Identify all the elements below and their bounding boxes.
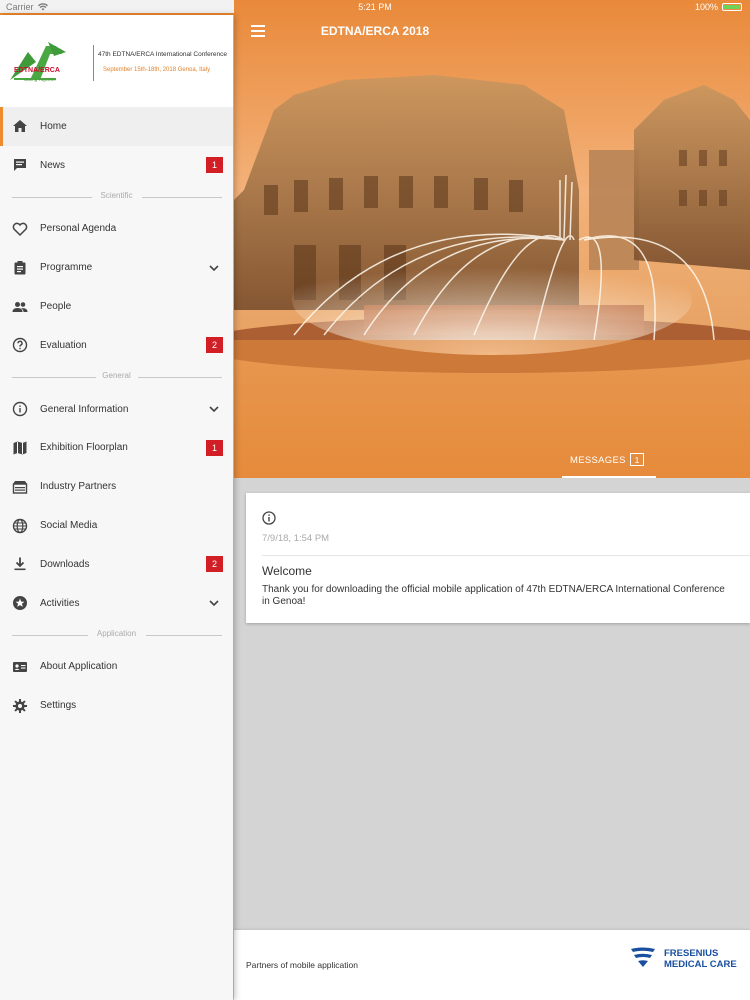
nav-label-programme: Programme [40,262,93,274]
nav-list: Home News 1 Scientific Personal Agenda P… [0,107,233,725]
section-general-label: General [0,370,233,380]
exhibition-badge: 1 [206,439,223,456]
nav-item-activities[interactable]: Activities [0,584,233,623]
downloads-badge: 2 [206,556,223,573]
clipboard-icon [14,260,26,275]
people-icon [12,301,28,312]
conference-title: 47th EDTNA/ERCA International Conference [98,51,227,58]
tab-indicator [562,476,656,478]
nav-item-personal-agenda[interactable]: Personal Agenda [0,210,233,249]
partners-label: Partners of mobile application [246,960,358,970]
partner-name[interactable]: FRESENIUS MEDICAL CARE [664,948,737,970]
genoa-fountain-image [234,0,750,478]
nav-item-news[interactable]: News 1 [0,146,233,185]
star-circle-icon [13,596,27,611]
section-application: Application [0,623,233,648]
tab-messages-count: 1 [630,453,644,466]
storefront-icon [12,480,28,494]
nav-item-exhibition-floorplan[interactable]: Exhibition Floorplan 1 [0,429,233,468]
chat-icon [14,159,26,172]
nav-item-general-information[interactable]: General Information [0,390,233,429]
chevron-down-icon[interactable] [208,403,220,415]
heart-icon [12,222,28,237]
nav-label-about-application: About Application [40,661,118,673]
info-icon [12,401,28,417]
battery-percent: 100% [694,2,718,12]
nav-label-home: Home [40,120,67,132]
nav-item-downloads[interactable]: Downloads 2 [0,545,233,584]
nav-item-industry-partners[interactable]: Industry Partners [0,467,233,506]
message-body-line2: in Genoa! [262,596,306,607]
edtna-logo-icon [10,42,66,80]
nav-item-people[interactable]: People [0,287,233,326]
fresenius-logo-icon[interactable] [629,946,657,968]
nav-label-personal-agenda: Personal Agenda [40,223,117,235]
id-card-icon [13,661,27,672]
chevron-down-icon[interactable] [208,597,220,609]
status-bar: Carrier 5:21 PM 100% [0,0,750,15]
nav-label-social-media: Social Media [40,520,98,532]
logo-brand: EDTNA/ERCA [14,67,60,74]
nav-label-activities: Activities [40,597,80,609]
status-battery: 100% [695,2,742,12]
map-icon [13,441,27,455]
nav-item-home[interactable]: Home [0,107,233,146]
nav-label-evaluation: Evaluation [40,339,87,351]
nav-label-news: News [40,159,66,171]
help-circle-icon [12,338,28,353]
gear-icon [13,698,27,713]
nav-label-settings: Settings [40,700,77,712]
home-icon [13,120,27,133]
nav-item-social-media[interactable]: Social Media [0,506,233,545]
message-date: 7/9/18, 1:54 PM [262,533,330,544]
tab-messages[interactable]: MESSAGES 1 [562,448,656,478]
nav-item-about-application[interactable]: About Application [0,648,233,687]
section-general: General [0,365,233,390]
partner-name-line1: FRESENIUS [664,948,719,959]
info-icon [262,511,276,525]
evaluation-badge: 2 [206,337,223,354]
news-badge: 1 [206,157,223,174]
tab-messages-label: MESSAGES [570,455,626,466]
nav-label-general-information: General Information [40,403,129,415]
message-title: Welcome [262,564,312,578]
logo-tagline: Caring Together [24,77,56,82]
nav-label-exhibition-floorplan: Exhibition Floorplan [40,442,128,454]
message-body: Thank you for downloading the official m… [262,584,750,608]
conference-dates: September 15th-18th, 2018 Genoa, Italy [103,67,211,73]
nav-label-industry-partners: Industry Partners [40,481,117,493]
section-scientific: Scientific [0,185,233,210]
message-divider [262,555,750,556]
navigation-drawer: EDTNA/ERCA Caring Together 47th EDTNA/ER… [0,15,233,1000]
logo-divider [93,45,94,81]
globe-icon [12,518,28,533]
chevron-down-icon[interactable] [208,262,220,274]
message-body-line1: Thank you for downloading the official m… [262,584,725,595]
nav-item-settings[interactable]: Settings [0,686,233,725]
section-scientific-label: Scientific [0,190,233,200]
page-title: EDTNA/ERCA 2018 [320,24,430,38]
status-time: 5:21 PM [358,2,392,12]
nav-label-people: People [40,301,72,313]
message-card[interactable]: 7/9/18, 1:54 PM Welcome Thank you for do… [246,493,750,623]
download-icon [14,557,26,571]
hero-header: EDTNA/ERCA 2018 MESSAGES 1 [234,0,750,478]
partner-name-line2: MEDICAL CARE [664,959,737,970]
battery-icon [722,3,742,11]
nav-label-downloads: Downloads [40,558,90,570]
nav-item-programme[interactable]: Programme [0,248,233,287]
section-application-label: Application [0,628,233,638]
partners-footer: Partners of mobile application FRESENIUS… [234,930,750,1000]
nav-item-evaluation[interactable]: Evaluation 2 [0,326,233,365]
conference-logo: EDTNA/ERCA Caring Together 47th EDTNA/ER… [0,15,233,107]
